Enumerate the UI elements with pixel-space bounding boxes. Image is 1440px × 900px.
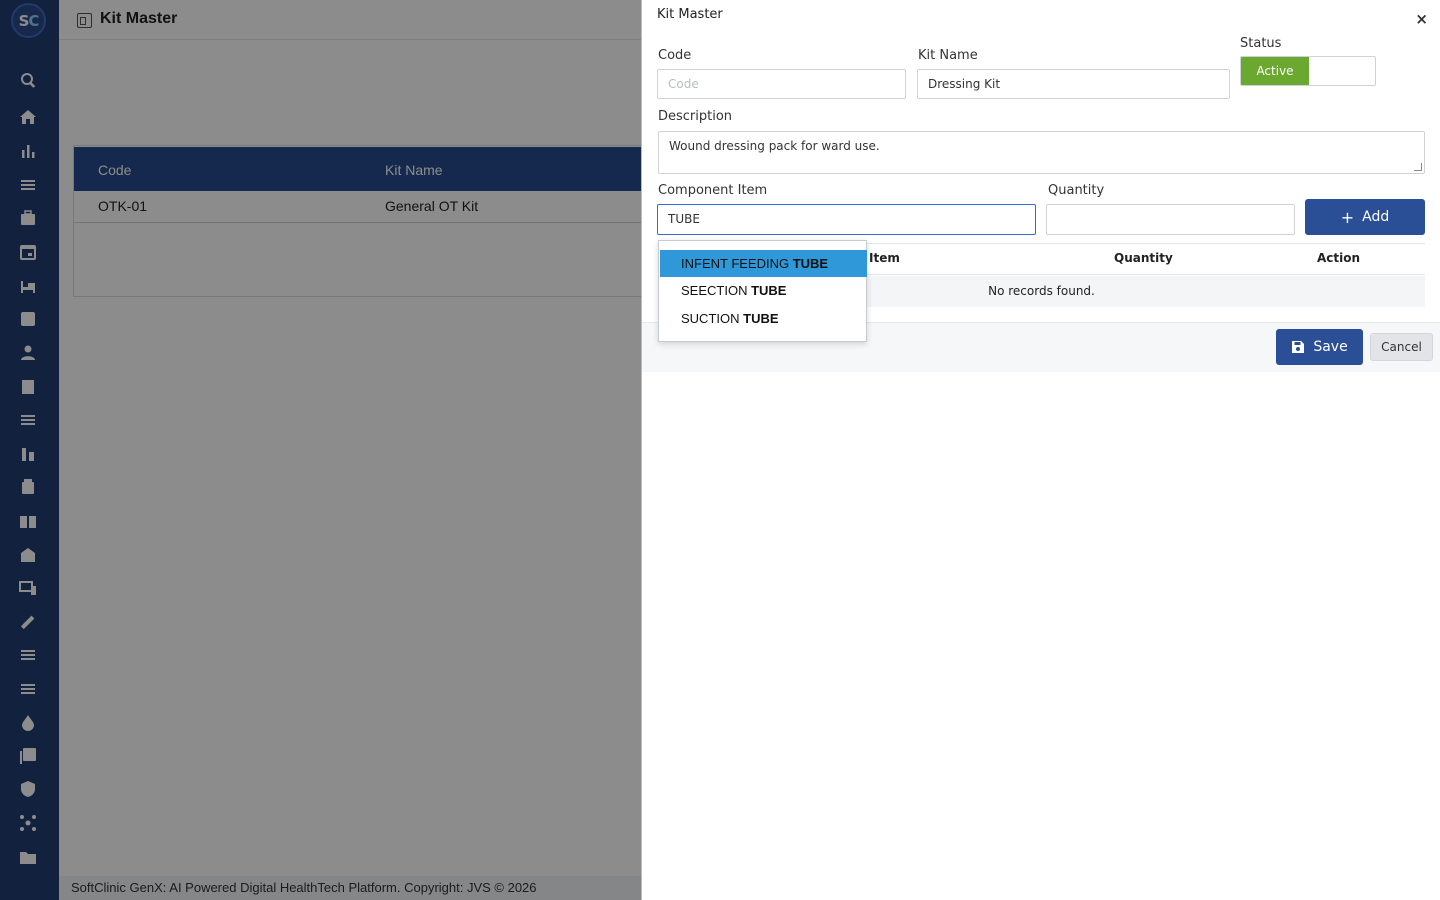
save-button[interactable]: Save — [1276, 329, 1363, 365]
modal-title: Kit Master — [657, 7, 723, 22]
status-toggle[interactable]: Active — [1240, 56, 1376, 86]
suggestion-item[interactable]: SEECTION TUBE — [660, 277, 867, 304]
component-suggestions-dropdown: INFENT FEEDING TUBE SEECTION TUBE SUCTIO… — [658, 240, 867, 342]
component-item-input[interactable]: TUBE — [657, 204, 1036, 235]
col-header-action: Action — [1317, 251, 1361, 265]
col-header-quantity: Quantity — [1114, 251, 1173, 265]
suggestion-item[interactable]: SUCTION TUBE — [660, 305, 867, 332]
kit-master-modal: Kit Master × Code Code Kit Name Dressing… — [641, 0, 1440, 900]
quantity-label: Quantity — [1048, 183, 1105, 198]
close-icon[interactable]: × — [1415, 10, 1428, 28]
col-header-item: Item — [869, 251, 900, 265]
component-item-label: Component Item — [658, 183, 768, 198]
kit-name-input[interactable]: Dressing Kit — [917, 69, 1230, 99]
cancel-button[interactable]: Cancel — [1370, 333, 1433, 361]
description-label: Description — [658, 109, 733, 124]
description-textarea[interactable]: Wound dressing pack for ward use. — [658, 131, 1425, 174]
status-active-option[interactable]: Active — [1241, 57, 1309, 85]
description-text: Wound dressing pack for ward use. — [669, 139, 880, 153]
status-label: Status — [1240, 36, 1282, 51]
floppy-disk-icon — [1292, 341, 1305, 353]
code-label: Code — [658, 48, 692, 63]
add-button[interactable]: + Add — [1305, 199, 1425, 235]
code-input[interactable]: Code — [657, 69, 906, 99]
suggestion-item[interactable]: INFENT FEEDING TUBE — [660, 250, 867, 277]
add-button-label: Add — [1362, 209, 1390, 225]
modal-backdrop[interactable] — [0, 0, 641, 900]
quantity-input[interactable] — [1046, 204, 1295, 235]
resize-handle-icon[interactable] — [1414, 163, 1422, 171]
plus-icon: + — [1340, 207, 1355, 227]
save-button-label: Save — [1313, 339, 1348, 355]
kit-name-label: Kit Name — [918, 48, 978, 63]
